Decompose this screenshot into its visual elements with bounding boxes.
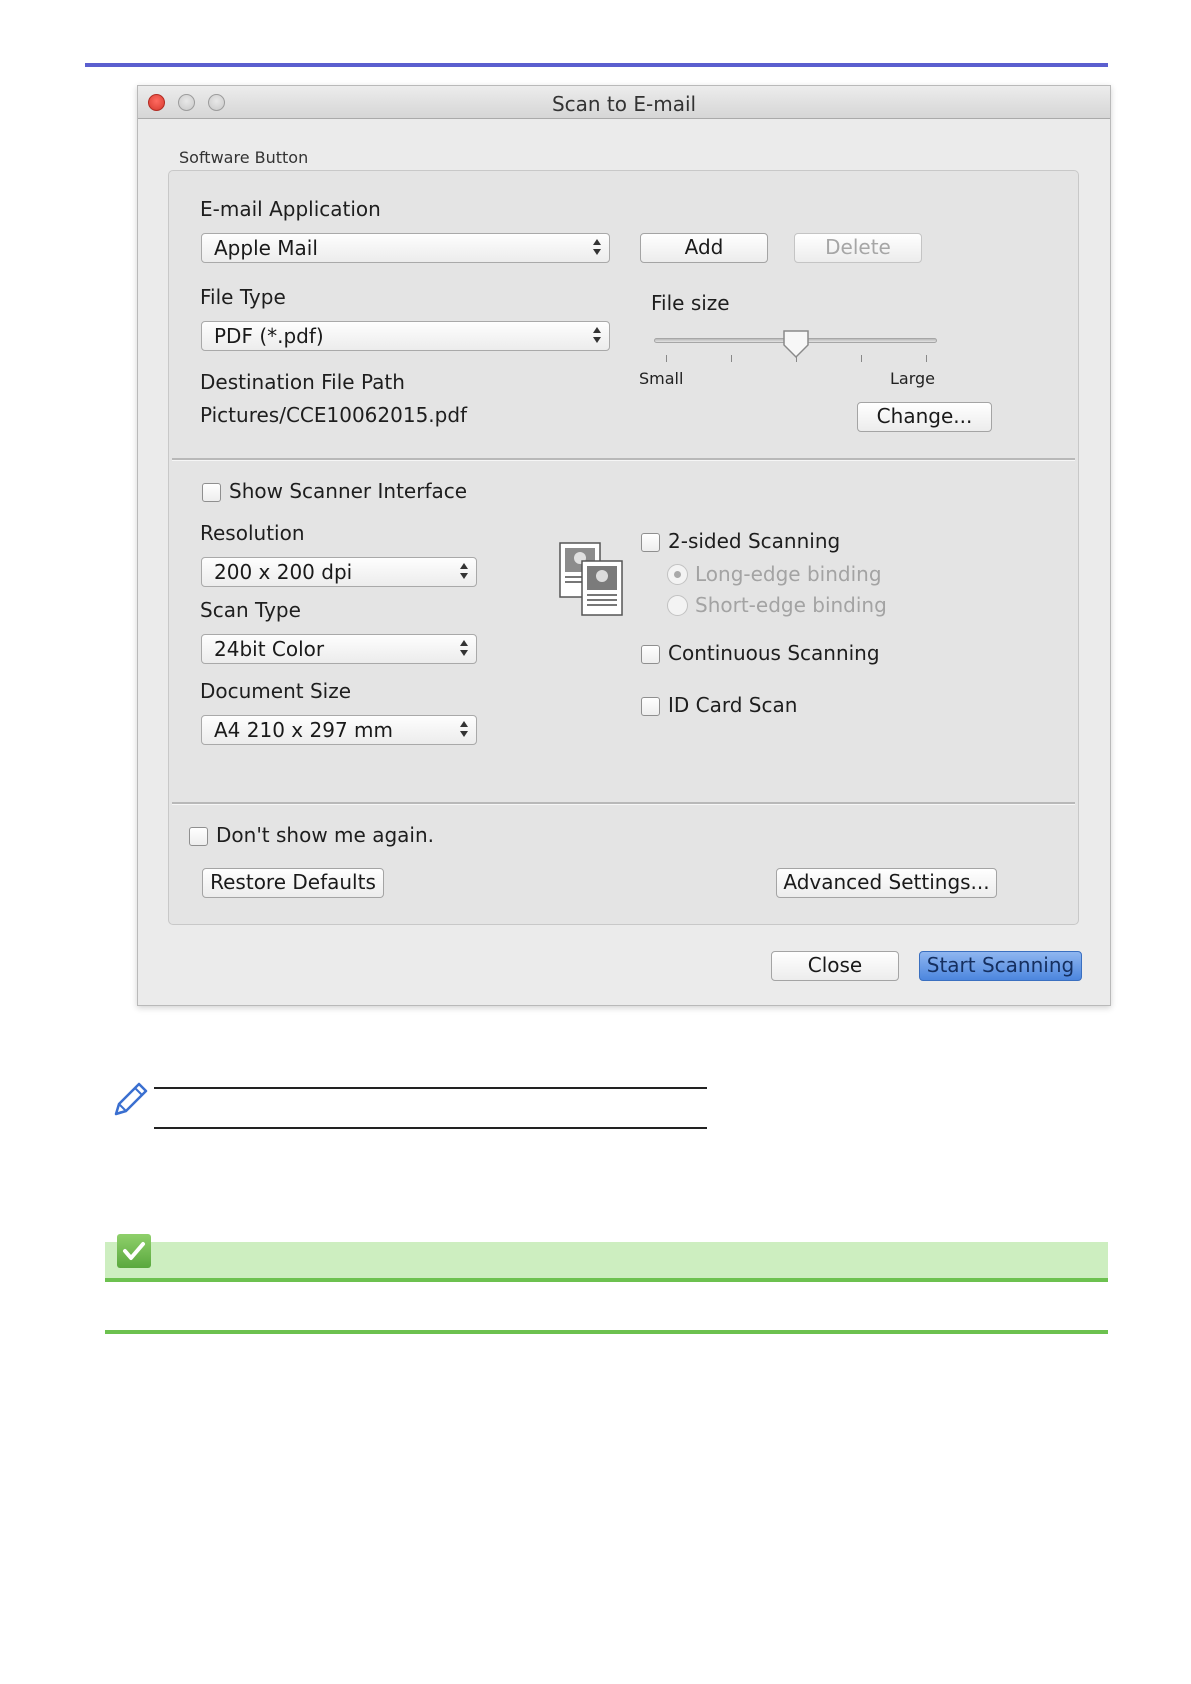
scan-type-label: Scan Type [200,598,301,622]
note-top-rule [154,1087,707,1089]
scan-preview-icon [559,542,623,616]
stepper-arrows-icon [460,721,469,739]
short-edge-binding-label: Short-edge binding [695,593,887,617]
file-type-select[interactable]: PDF (*.pdf) [201,321,610,351]
slider-tick [861,355,862,362]
file-size-max-label: Large [890,369,936,388]
file-size-min-label: Small [639,369,684,388]
related-information-bar [105,1242,1108,1282]
dont-show-again-label: Don't show me again. [216,823,434,847]
two-sided-scanning-label: 2-sided Scanning [668,529,841,553]
id-card-scan-label: ID Card Scan [668,693,798,717]
destination-path-value: Pictures/CCE10062015.pdf [200,403,468,427]
window-title: Scan to E-mail [551,92,697,116]
change-button[interactable]: Change... [857,402,992,432]
two-sided-scanning-checkbox[interactable] [641,533,660,552]
file-size-slider-knob[interactable] [782,329,810,359]
dont-show-again-checkbox[interactable] [189,827,208,846]
restore-defaults-button[interactable]: Restore Defaults [202,868,384,898]
slider-tick [926,355,927,362]
resolution-label: Resolution [200,521,305,545]
short-edge-binding-radio[interactable] [667,595,688,616]
resolution-value: 200 x 200 dpi [214,560,353,584]
software-button-group-label: Software Button [179,148,309,167]
show-scanner-interface-label: Show Scanner Interface [229,479,468,503]
scan-type-select[interactable]: 24bit Color [201,634,477,664]
page-header-rule [85,63,1108,67]
title-bar[interactable]: Scan to E-mail [138,86,1110,119]
file-type-label: File Type [200,285,286,309]
email-application-label: E-mail Application [200,197,381,221]
continuous-scanning-checkbox[interactable] [641,645,660,664]
pencil-icon [114,1082,148,1116]
document-size-value: A4 210 x 297 mm [214,718,393,742]
scan-to-email-window: Scan to E-mail Software Button E-mail Ap… [137,85,1111,1006]
email-application-value: Apple Mail [214,236,318,260]
id-card-scan-checkbox[interactable] [641,697,660,716]
scan-type-value: 24bit Color [214,637,325,661]
note-bottom-rule [154,1127,707,1129]
add-button[interactable]: Add [640,233,768,263]
document-size-label: Document Size [200,679,352,703]
section-divider [172,802,1075,805]
file-type-value: PDF (*.pdf) [214,324,324,348]
document-size-select[interactable]: A4 210 x 297 mm [201,715,477,745]
long-edge-binding-radio[interactable] [667,564,688,585]
slider-tick [666,355,667,362]
related-information-bottom-rule [105,1330,1108,1334]
software-button-group: E-mail Application Apple Mail Add Delete… [168,170,1079,925]
stepper-arrows-icon [460,640,469,658]
stepper-arrows-icon [460,563,469,581]
section-divider [172,458,1075,461]
close-button[interactable]: Close [771,951,899,981]
resolution-select[interactable]: 200 x 200 dpi [201,557,477,587]
check-icon [117,1234,151,1268]
show-scanner-interface-checkbox[interactable] [202,483,221,502]
start-scanning-button[interactable]: Start Scanning [919,951,1082,981]
delete-button[interactable]: Delete [794,233,922,263]
file-size-label: File size [651,291,730,315]
email-application-select[interactable]: Apple Mail [201,233,610,263]
stepper-arrows-icon [593,327,602,345]
stepper-arrows-icon [593,239,602,257]
destination-path-label: Destination File Path [200,370,405,394]
slider-tick [731,355,732,362]
continuous-scanning-label: Continuous Scanning [668,641,880,665]
advanced-settings-button[interactable]: Advanced Settings... [776,868,997,898]
long-edge-binding-label: Long-edge binding [695,562,882,586]
